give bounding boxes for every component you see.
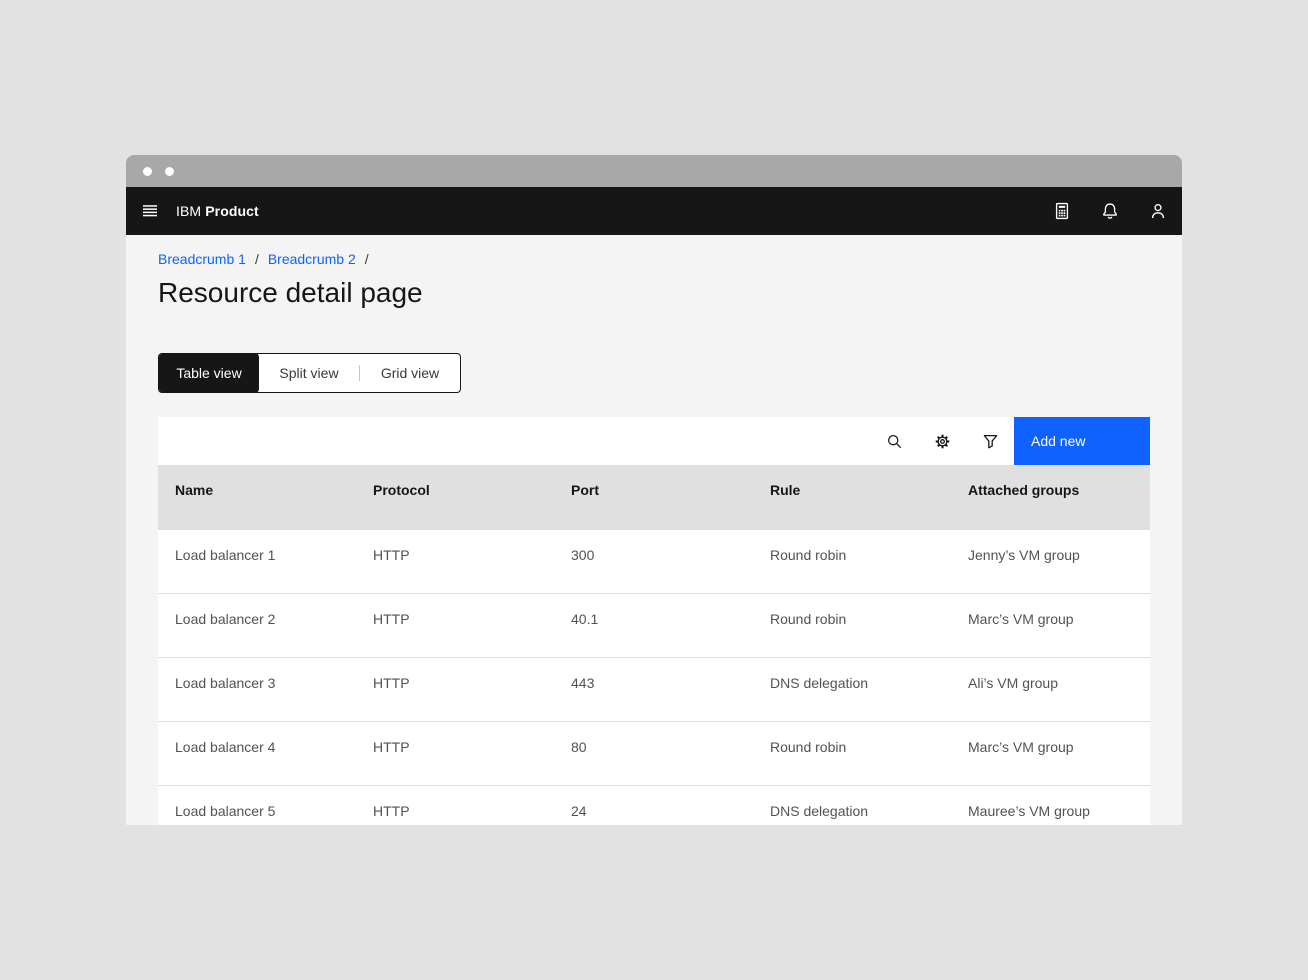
- content-switcher: Table view Split view Grid view: [158, 353, 461, 393]
- table-row[interactable]: Load balancer 1 HTTP 300 Round robin Jen…: [158, 529, 1150, 593]
- cell-protocol: HTTP: [373, 722, 571, 756]
- table-row[interactable]: Load balancer 5 HTTP 24 DNS delegation M…: [158, 785, 1150, 825]
- settings-gear-icon: [934, 433, 951, 450]
- page-content: Breadcrumb 1 / Breadcrumb 2 / Resource d…: [126, 235, 1182, 825]
- table-row[interactable]: Load balancer 4 HTTP 80 Round robin Marc…: [158, 721, 1150, 785]
- brand-prefix: IBM: [176, 203, 201, 219]
- data-table-card: Add new Name Protocol Port Rule Attached…: [158, 417, 1150, 825]
- window-control-dot[interactable]: [143, 167, 152, 176]
- user-avatar-button[interactable]: [1134, 187, 1182, 235]
- column-header-protocol: Protocol: [373, 465, 571, 499]
- tab-split-view[interactable]: Split view: [259, 354, 359, 392]
- calculator-icon: [1053, 202, 1071, 220]
- cell-port: 80: [571, 722, 770, 756]
- page-title: Resource detail page: [158, 275, 1150, 311]
- cell-rule: Round robin: [770, 530, 968, 564]
- cell-rule: DNS delegation: [770, 658, 968, 692]
- cell-port: 300: [571, 530, 770, 564]
- browser-window: IBM Product: [126, 155, 1182, 825]
- app-header: IBM Product: [126, 187, 1182, 235]
- breadcrumb-separator: /: [365, 251, 369, 267]
- breadcrumb-link-1[interactable]: Breadcrumb 1: [158, 251, 246, 267]
- breadcrumb-separator: /: [255, 251, 259, 267]
- window-titlebar: [126, 155, 1182, 187]
- cell-rule: Round robin: [770, 722, 968, 756]
- cell-rule: Round robin: [770, 594, 968, 628]
- cell-port: 40.1: [571, 594, 770, 628]
- cell-attached-group: Marc’s VM group: [968, 722, 1150, 756]
- notification-bell-icon: [1101, 202, 1119, 220]
- filter-icon: [982, 433, 999, 450]
- filter-button[interactable]: [966, 417, 1014, 465]
- tab-grid-view[interactable]: Grid view: [360, 354, 460, 392]
- calculator-button[interactable]: [1038, 187, 1086, 235]
- cell-name: Load balancer 1: [175, 530, 373, 564]
- user-avatar-icon: [1149, 202, 1167, 220]
- window-control-dot[interactable]: [165, 167, 174, 176]
- column-header-rule: Rule: [770, 465, 968, 499]
- hamburger-menu-icon: [142, 203, 158, 219]
- settings-button[interactable]: [918, 417, 966, 465]
- cell-protocol: HTTP: [373, 786, 571, 820]
- cell-protocol: HTTP: [373, 658, 571, 692]
- cell-attached-group: Mauree’s VM group: [968, 786, 1150, 820]
- cell-attached-group: Jenny’s VM group: [968, 530, 1150, 564]
- cell-name: Load balancer 5: [175, 786, 373, 820]
- add-new-button[interactable]: Add new: [1014, 417, 1150, 465]
- column-header-port: Port: [571, 465, 770, 499]
- breadcrumb-link-2[interactable]: Breadcrumb 2: [268, 251, 356, 267]
- hamburger-menu-button[interactable]: [126, 187, 174, 235]
- search-icon: [886, 433, 903, 450]
- table-header-row: Name Protocol Port Rule Attached groups: [158, 465, 1150, 529]
- column-header-attached-groups: Attached groups: [968, 465, 1150, 499]
- brand-name: Product: [205, 203, 259, 219]
- app-brand: IBM Product: [176, 203, 259, 219]
- table-row[interactable]: Load balancer 2 HTTP 40.1 Round robin Ma…: [158, 593, 1150, 657]
- cell-attached-group: Ali’s VM group: [968, 658, 1150, 692]
- table-toolbar: Add new: [158, 417, 1150, 465]
- column-header-name: Name: [175, 465, 373, 499]
- cell-rule: DNS delegation: [770, 786, 968, 820]
- cell-port: 443: [571, 658, 770, 692]
- cell-name: Load balancer 4: [175, 722, 373, 756]
- table-row[interactable]: Load balancer 3 HTTP 443 DNS delegation …: [158, 657, 1150, 721]
- cell-protocol: HTTP: [373, 594, 571, 628]
- cell-protocol: HTTP: [373, 530, 571, 564]
- notifications-button[interactable]: [1086, 187, 1134, 235]
- breadcrumb: Breadcrumb 1 / Breadcrumb 2 /: [158, 250, 1150, 268]
- cell-name: Load balancer 2: [175, 594, 373, 628]
- cell-attached-group: Marc’s VM group: [968, 594, 1150, 628]
- tab-table-view[interactable]: Table view: [159, 353, 259, 393]
- cell-port: 24: [571, 786, 770, 820]
- search-button[interactable]: [870, 417, 918, 465]
- cell-name: Load balancer 3: [175, 658, 373, 692]
